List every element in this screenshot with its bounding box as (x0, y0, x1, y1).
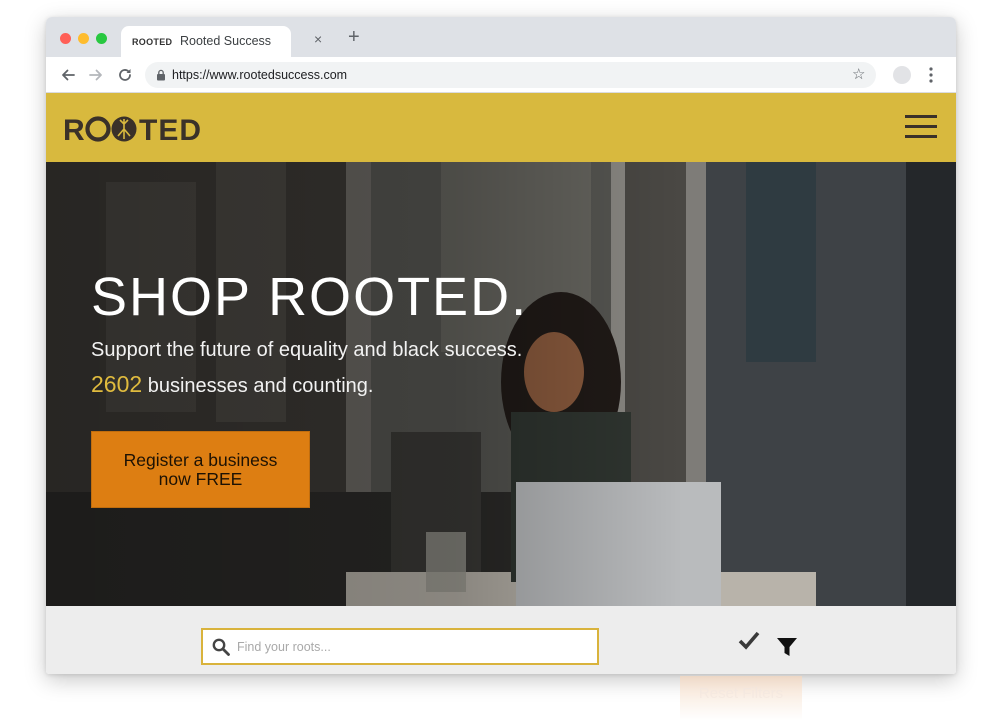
browser-window: ROOTED Rooted Success × + https://www.ro… (46, 17, 956, 674)
reset-filters-reflection: Reset Filters (680, 676, 802, 720)
new-tab-button[interactable]: + (348, 27, 360, 47)
tab-favicon: ROOTED (132, 37, 173, 47)
search-input[interactable] (237, 635, 587, 659)
address-bar[interactable]: https://www.rootedsuccess.com ☆ (145, 62, 876, 88)
url-text: https://www.rootedsuccess.com (172, 68, 348, 82)
star-icon[interactable]: ☆ (852, 65, 865, 83)
business-count-suffix: businesses and counting. (142, 375, 374, 397)
forward-arrow-icon[interactable] (87, 66, 105, 84)
tab-close-icon[interactable]: × (314, 31, 322, 47)
hero-subtitle: Support the future of equality and black… (91, 339, 523, 361)
svg-text:TED: TED (139, 114, 202, 145)
reload-icon[interactable] (116, 66, 134, 84)
back-arrow-icon[interactable] (59, 66, 77, 84)
close-window-button[interactable] (60, 33, 71, 44)
hamburger-menu-icon[interactable] (905, 115, 937, 139)
hero-section: SHOP ROOTED. Support the future of equal… (46, 162, 956, 606)
register-button-line1: Register a business (123, 449, 278, 470)
rooted-logo[interactable]: R TED (63, 111, 223, 145)
search-field[interactable] (201, 628, 599, 665)
maximize-window-button[interactable] (96, 33, 107, 44)
svg-text:R: R (63, 114, 86, 145)
search-icon (212, 638, 230, 656)
profile-avatar[interactable] (893, 66, 911, 84)
tab-title: Rooted Success (180, 34, 272, 48)
tab-strip: ROOTED Rooted Success × + (46, 17, 956, 57)
search-bar-section (46, 606, 956, 674)
lock-icon (157, 69, 165, 81)
minimize-window-button[interactable] (78, 33, 89, 44)
business-count: 2602 (91, 371, 143, 397)
checkmark-icon[interactable] (738, 630, 760, 650)
register-business-button[interactable]: Register a business now FREE (91, 431, 310, 508)
hero-title: SHOP ROOTED. (91, 267, 529, 327)
register-button-line2: now FREE (158, 468, 243, 489)
browser-toolbar: https://www.rootedsuccess.com ☆ (46, 57, 956, 93)
more-vert-icon[interactable] (929, 65, 933, 85)
business-count-line: 2602 businesses and counting. (91, 371, 373, 398)
filter-funnel-icon[interactable] (776, 636, 798, 658)
browser-tab[interactable]: ROOTED Rooted Success (121, 26, 291, 57)
site-header: R TED (46, 93, 956, 162)
